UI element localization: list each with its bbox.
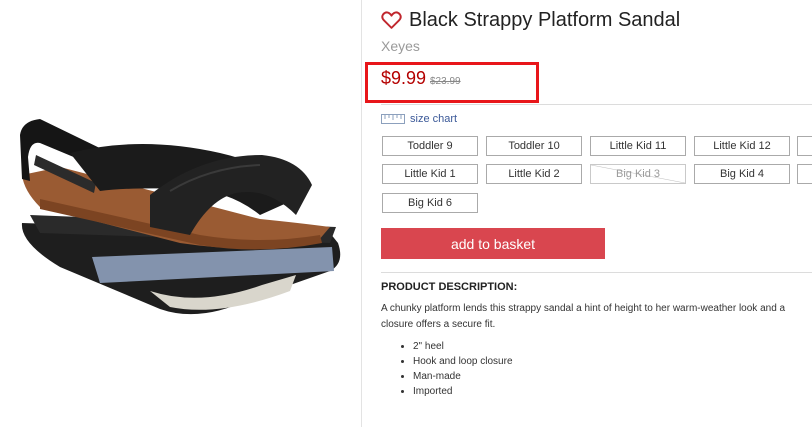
product-image[interactable] [0,95,361,345]
size-option-partial[interactable] [797,136,812,156]
feature-item: Hook and loop closure [413,354,513,369]
size-option-unavailable[interactable]: Big Kid 3 [590,164,686,184]
add-to-basket-button[interactable]: add to basket [381,228,605,259]
feature-item: 2" heel [413,339,513,354]
size-label: Toddler 9 [407,140,453,152]
feature-item: Imported [413,384,513,399]
current-price: $9.99 [381,68,427,88]
ruler-icon [381,114,405,124]
description-text: A chunky platform lends this strappy san… [381,301,812,333]
size-option[interactable]: Big Kid 4 [694,164,790,184]
original-price: $23.99 [430,76,461,87]
size-label: Little Kid 2 [508,168,560,180]
size-label: Big Kid 4 [719,168,765,180]
feature-item: Man-made [413,369,513,384]
size-label: Little Kid 11 [609,140,667,152]
size-option[interactable]: Little Kid 1 [382,164,478,184]
size-option[interactable]: Little Kid 11 [590,136,686,156]
size-option-partial[interactable] [797,164,812,184]
product-image-panel [0,0,362,427]
size-label: Little Kid 12 [713,140,771,152]
product-title: Black Strappy Platform Sandal [409,8,681,31]
brand-name[interactable]: Xeyes [381,38,420,54]
product-title-row: Black Strappy Platform Sandal [381,6,680,34]
size-option[interactable]: Little Kid 12 [694,136,790,156]
description-heading: PRODUCT DESCRIPTION: [381,281,518,293]
feature-list: 2" heel Hook and loop closure Man-made I… [381,339,513,399]
description-line: closure offers a secure fit. [381,319,496,330]
size-option[interactable]: Toddler 9 [382,136,478,156]
description-line: A chunky platform lends this strappy san… [381,303,786,314]
divider [381,272,812,273]
size-label: Big Kid 6 [407,197,453,209]
size-option[interactable]: Toddler 10 [486,136,582,156]
divider [381,104,812,105]
size-label: Toddler 10 [508,140,560,152]
size-label: Little Kid 1 [404,168,456,180]
size-chart-label[interactable]: size chart [410,113,457,125]
size-label: Big Kid 3 [615,168,661,180]
size-chart-link[interactable]: size chart [381,113,457,125]
size-option[interactable]: Big Kid 6 [382,193,478,213]
heart-outline-icon[interactable] [381,10,402,30]
size-option[interactable]: Little Kid 2 [486,164,582,184]
